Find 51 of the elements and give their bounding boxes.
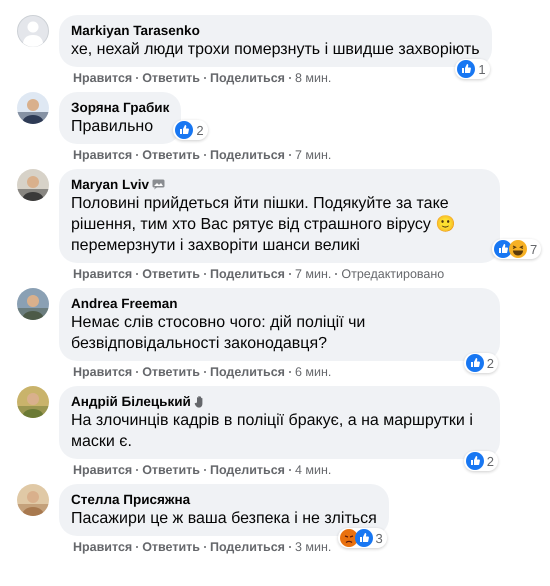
comment-author[interactable]: Андрій Білецький <box>71 394 191 409</box>
comment-action-link[interactable]: Нравится <box>73 463 132 477</box>
comment-author[interactable]: Стелла Присяжна <box>71 492 190 507</box>
comment-action-link[interactable]: Ответить <box>142 463 200 477</box>
comment-action-link[interactable]: Ответить <box>142 365 200 379</box>
comment-time[interactable]: 7 мин. <box>294 267 332 281</box>
reaction-count[interactable]: 2 <box>464 353 498 373</box>
comment-time[interactable]: 3 мин. <box>294 540 332 554</box>
comment-action-link[interactable]: Поделиться <box>210 540 285 554</box>
comment-author[interactable]: Andrea Freeman <box>71 296 178 311</box>
reaction-count[interactable]: 7 <box>492 239 542 259</box>
comment-time[interactable]: 7 мин. <box>294 148 332 162</box>
like-icon <box>466 354 484 372</box>
comment-time[interactable]: 6 мин. <box>294 365 332 379</box>
comment-action-link[interactable]: Поделиться <box>210 365 285 379</box>
comment-action-link[interactable]: Нравится <box>73 148 132 162</box>
comment-action-link[interactable]: Ответить <box>142 267 200 281</box>
like-icon <box>175 121 194 139</box>
comment-action-link[interactable]: Нравится <box>73 267 132 281</box>
comment-action-link[interactable]: Нравится <box>73 540 132 554</box>
photo-icon <box>152 179 166 190</box>
reaction-count[interactable]: 2 <box>173 120 208 140</box>
comment-author[interactable]: Markiyan Tarasenko <box>71 23 200 38</box>
like-icon <box>457 60 476 78</box>
comment-action-link[interactable]: Ответить <box>142 148 200 162</box>
comment-action-link[interactable]: Поделиться <box>210 148 285 162</box>
edited-label: Отредактировано <box>341 267 444 281</box>
comment-action-link[interactable]: Поделиться <box>210 463 285 477</box>
reaction-count[interactable]: 3 <box>338 528 387 548</box>
reaction-count[interactable]: 1 <box>455 59 490 79</box>
comment-action-link[interactable]: Нравится <box>73 365 132 379</box>
comment-time[interactable]: 4 мин. <box>294 463 332 477</box>
comment-action-link[interactable]: Поделиться <box>210 71 285 85</box>
comment-text: Половині прийдеться йти пішки. Подякуйте за таке рішення, тим хто Вас рятує від страшного вірусу 🙂 перемерзнути і захворіти шанси великі <box>71 194 456 256</box>
comment-text: Правильно <box>71 117 154 137</box>
comment-author[interactable]: Зоряна Грабик <box>71 100 170 115</box>
angry-face-icon <box>340 529 358 547</box>
comment-text: На злочинців кадрів в поліції бракує, а на маршрутки і маски є. <box>71 411 474 452</box>
comment-action-link[interactable]: Ответить <box>142 540 200 554</box>
comment-text: Немає слів стосовно чого: дій поліції чи безвідповідальності законодавця? <box>71 313 366 354</box>
comment-author[interactable]: Maryan Lviv <box>71 177 150 192</box>
comment-action-link[interactable]: Нравится <box>73 71 132 85</box>
reaction-count[interactable]: 2 <box>464 451 498 471</box>
laughing-face-icon <box>509 240 527 258</box>
like-icon <box>354 529 373 547</box>
comment-text: Пасажири це ж ваша безпека і не зліться <box>71 509 377 529</box>
comment-time[interactable]: 8 мин. <box>294 71 332 85</box>
like-icon <box>466 452 484 470</box>
comment-action-link[interactable]: Ответить <box>142 71 200 85</box>
comment-action-link[interactable]: Поделиться <box>210 267 285 281</box>
comment-text: хе, нехай люди трохи померзнуть і швидше захворіють <box>71 40 480 60</box>
